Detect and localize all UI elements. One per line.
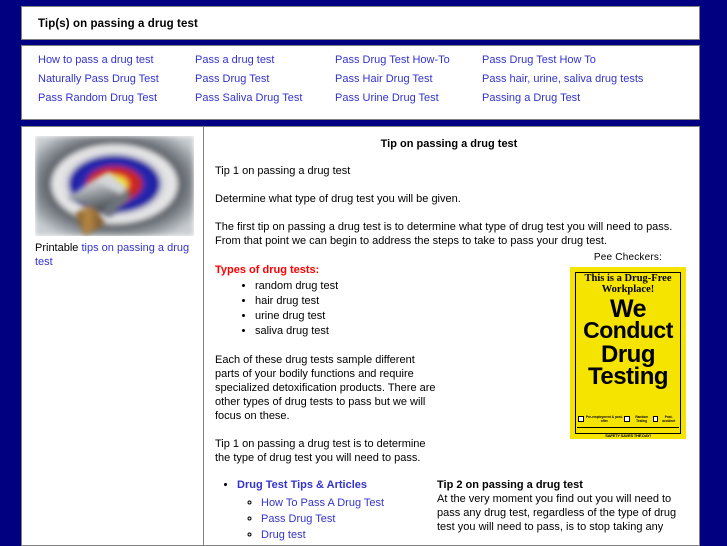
link-drug-test-tips-and-articles[interactable]: Drug Test Tips & Articles — [237, 479, 367, 491]
nav-link-pass-hair-drug-test[interactable]: Pass Hair Drug Test — [335, 73, 433, 85]
sidebar-figure — [35, 136, 195, 236]
nav-cell: How to pass a drug test — [38, 54, 195, 73]
poster-block: Pee Checkers: This is a Drug-Free Workpl… — [567, 252, 689, 442]
nav-link-pass-drug-test[interactable]: Pass Drug Test — [195, 73, 269, 85]
nav-link-how-to-pass-a-drug-test[interactable]: How to pass a drug test — [38, 54, 154, 66]
target-with-hammer-image — [35, 136, 194, 236]
article: Tip on passing a drug test Tip 1 on pass… — [204, 127, 699, 545]
poster-line-1-text: This is a Drug-Free — [584, 273, 672, 284]
nav-link-pass-a-drug-test[interactable]: Pass a drug test — [195, 54, 275, 66]
link-how-to-pass-a-drug-test[interactable]: How To Pass A Drug Test — [261, 497, 384, 509]
poster-divider — [577, 427, 679, 428]
nav-cell: Pass Saliva Drug Test — [195, 92, 335, 111]
sidebar-caption: Printable tips on passing a drug test — [35, 241, 195, 269]
nav-cell: Pass Hair Drug Test — [335, 73, 482, 92]
page-wrapper: Tip(s) on passing a drug test How to pas… — [21, 6, 700, 546]
poster-footnote-1-text: Pre-employment & post-offer — [585, 415, 623, 423]
article-paragraph-1: Tip 1 on passing a drug test — [215, 165, 351, 177]
navigation-table: How to pass a drug test Pass a drug test… — [38, 54, 685, 111]
content-columns: Printable tips on passing a drug test Ti… — [22, 127, 699, 545]
tip-2-body: At the very moment you find out you will… — [437, 493, 677, 533]
poster-footnote-3: Post-accident — [652, 415, 678, 423]
sidebar: Printable tips on passing a drug test — [22, 127, 204, 545]
nav-cell: Pass hair, urine, saliva drug tests — [482, 73, 685, 92]
nav-cell: Pass Drug Test How To — [482, 54, 685, 73]
nav-link-pass-drug-test-how-to[interactable]: Pass Drug Test How To — [482, 54, 596, 66]
tip-2-block: Tip 2 on passing a drug test At the very… — [437, 479, 691, 534]
poster-word-conduct: Conduct — [583, 317, 673, 343]
nav-link-pass-drug-test-how-to-hyphen[interactable]: Pass Drug Test How-To — [335, 54, 450, 66]
link-drug-test[interactable]: Drug test — [261, 529, 306, 541]
poster-footnote-1: Pre-employment & post-offer — [578, 415, 624, 423]
page-title: Tip(s) on passing a drug test — [38, 18, 198, 30]
article-paragraph-5: Tip 1 on passing a drug test is to deter… — [215, 438, 426, 464]
poster-word-testing: Testing — [587, 363, 669, 390]
content-panel: Printable tips on passing a drug test Ti… — [21, 126, 700, 546]
sidebar-caption-prefix: Printable — [35, 242, 82, 254]
poster-footnote-2: Random Testing — [624, 415, 653, 423]
article-paragraph-4: Each of these drug tests sample differen… — [215, 354, 436, 422]
article-title: Tip on passing a drug test — [380, 138, 518, 150]
nav-link-pass-saliva-drug-test[interactable]: Pass Saliva Drug Test — [195, 92, 302, 104]
nav-row: How to pass a drug test Pass a drug test… — [38, 54, 685, 73]
tip-2-heading: Tip 2 on passing a drug test — [437, 479, 583, 491]
nav-link-pass-hair-urine-saliva-drug-tests[interactable]: Pass hair, urine, saliva drug tests — [482, 73, 643, 85]
poster-footnotes: Pre-employment & post-offer Random Testi… — [578, 415, 678, 423]
nav-cell: Pass Random Drug Test — [38, 92, 195, 111]
nav-row: Pass Random Drug Test Pass Saliva Drug T… — [38, 92, 685, 111]
checkbox-icon — [624, 416, 630, 422]
nav-link-passing-a-drug-test[interactable]: Passing a Drug Test — [482, 92, 580, 104]
poster-line-1: This is a Drug-Free Workplace! — [570, 273, 686, 295]
nav-row: Naturally Pass Drug Test Pass Drug Test … — [38, 73, 685, 92]
nav-cell: Pass Drug Test — [195, 73, 335, 92]
nav-link-naturally-pass-drug-test[interactable]: Naturally Pass Drug Test — [38, 73, 159, 85]
navigation-panel: How to pass a drug test Pass a drug test… — [21, 45, 700, 120]
checkbox-icon — [652, 416, 659, 422]
poster-caption: Pee Checkers: — [593, 252, 663, 263]
poster-bottom-text: SAFETY SAVES THE DAY! — [605, 433, 651, 438]
title-panel: Tip(s) on passing a drug test — [21, 6, 700, 40]
nav-cell: Pass Urine Drug Test — [335, 92, 482, 111]
article-paragraph-3: The first tip on passing a drug test is … — [215, 221, 673, 247]
checkbox-icon — [578, 416, 584, 422]
nav-cell: Naturally Pass Drug Test — [38, 73, 195, 92]
nav-link-pass-random-drug-test[interactable]: Pass Random Drug Test — [38, 92, 157, 104]
poster-line-2-text: Workplace! — [601, 284, 655, 295]
poster-footnote-3-text: Post-accident — [662, 415, 676, 423]
nav-link-pass-urine-drug-test[interactable]: Pass Urine Drug Test — [335, 92, 439, 104]
nav-cell: Pass a drug test — [195, 54, 335, 73]
nav-cell: Passing a Drug Test — [482, 92, 685, 111]
nav-cell: Pass Drug Test How-To — [335, 54, 482, 73]
drug-free-workplace-poster-image: This is a Drug-Free Workplace! We Conduc… — [570, 267, 686, 439]
article-paragraph-2: Determine what type of drug test you wil… — [215, 193, 461, 205]
poster-footnote-2-text: Random Testing — [635, 415, 649, 423]
link-pass-drug-test[interactable]: Pass Drug Test — [261, 513, 335, 525]
